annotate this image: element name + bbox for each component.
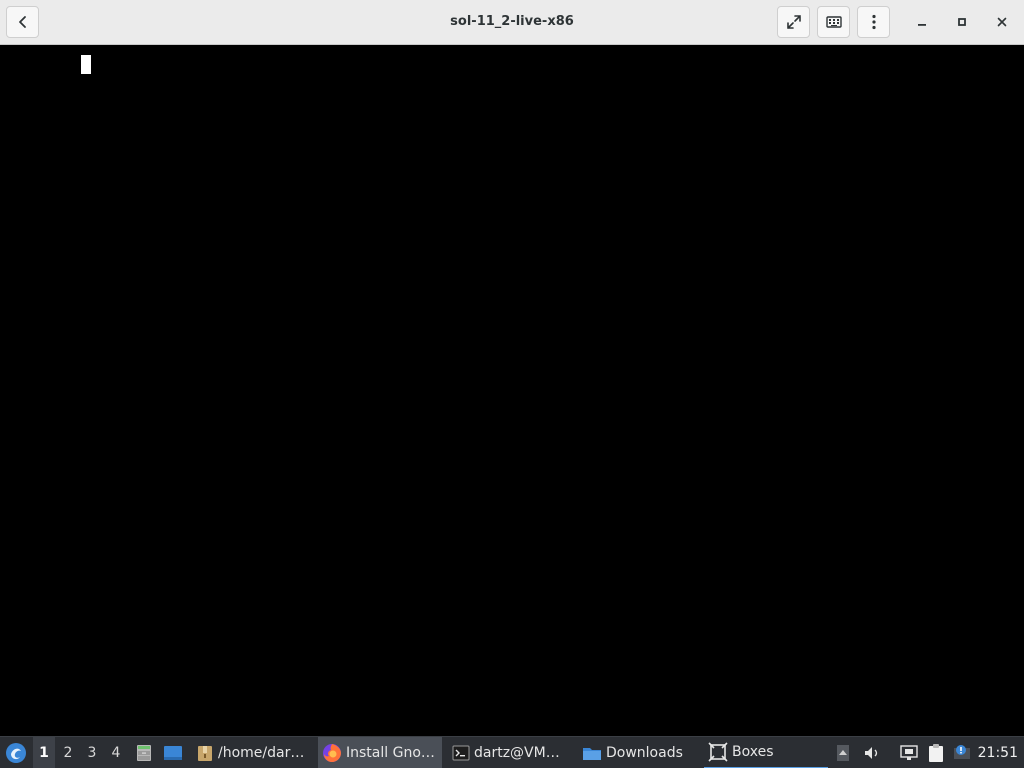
update-button[interactable] — [950, 737, 974, 768]
vertical-dots-icon — [871, 14, 876, 30]
minimize-icon — [918, 24, 926, 26]
clipboard-button[interactable] — [925, 737, 947, 768]
task-boxes[interactable]: Boxes — [704, 737, 828, 768]
show-desktop-launcher[interactable] — [161, 737, 185, 768]
task-terminal[interactable]: dartz@VM… — [448, 737, 572, 768]
workspace-3[interactable]: 3 — [81, 737, 103, 768]
header-bar: sol-11_2-live-x86 — [0, 0, 1024, 45]
task-label: Downloads — [606, 745, 683, 761]
desktop-icon — [164, 746, 182, 760]
file-cabinet-icon — [137, 745, 151, 761]
start-menu-icon — [6, 743, 26, 763]
taskbar: 1 2 3 4 /home/dar… Install Gno… dartz@VM… — [0, 736, 1024, 768]
fullscreen-icon — [786, 15, 801, 29]
network-icon — [900, 745, 918, 760]
task-install-gnome[interactable]: Install Gno… — [318, 737, 442, 768]
boxes-icon — [708, 742, 728, 762]
task-home-dar[interactable]: /home/dar… — [192, 737, 310, 768]
folder-icon — [583, 748, 601, 760]
task-label: dartz@VM… — [474, 745, 560, 761]
network-button[interactable] — [897, 737, 921, 768]
task-label: Install Gno… — [346, 745, 435, 761]
text-cursor — [81, 55, 91, 74]
workspace-2[interactable]: 2 — [57, 737, 79, 768]
update-icon — [954, 745, 970, 759]
task-downloads[interactable]: Downloads — [578, 737, 696, 768]
archive-icon — [198, 746, 212, 761]
fullscreen-button[interactable] — [777, 6, 810, 38]
tray-expand-button[interactable] — [834, 737, 852, 768]
maximize-button[interactable] — [948, 8, 976, 36]
minimize-button[interactable] — [908, 8, 936, 36]
task-label: Boxes — [732, 744, 774, 760]
start-menu-button[interactable] — [2, 737, 30, 768]
clipboard-icon — [929, 744, 943, 762]
back-button[interactable] — [6, 6, 39, 38]
file-cabinet-launcher[interactable] — [133, 737, 155, 768]
chevron-left-icon — [18, 16, 26, 28]
keyboard-button[interactable] — [817, 6, 850, 38]
close-button[interactable] — [988, 8, 1016, 36]
task-label: /home/dar… — [218, 745, 305, 761]
keyboard-icon — [825, 16, 842, 28]
maximize-icon — [958, 18, 966, 26]
terminal-icon — [452, 745, 470, 761]
workspace-4[interactable]: 4 — [105, 737, 127, 768]
firefox-icon — [323, 744, 341, 762]
volume-button[interactable] — [860, 737, 884, 768]
menu-button[interactable] — [857, 6, 890, 38]
workspace-1[interactable]: 1 — [33, 737, 55, 768]
volume-icon — [865, 747, 878, 759]
tray-up-icon — [837, 745, 849, 761]
vm-display[interactable] — [0, 46, 1024, 736]
clock[interactable]: 21:51 — [978, 737, 1018, 768]
close-icon — [997, 17, 1007, 27]
